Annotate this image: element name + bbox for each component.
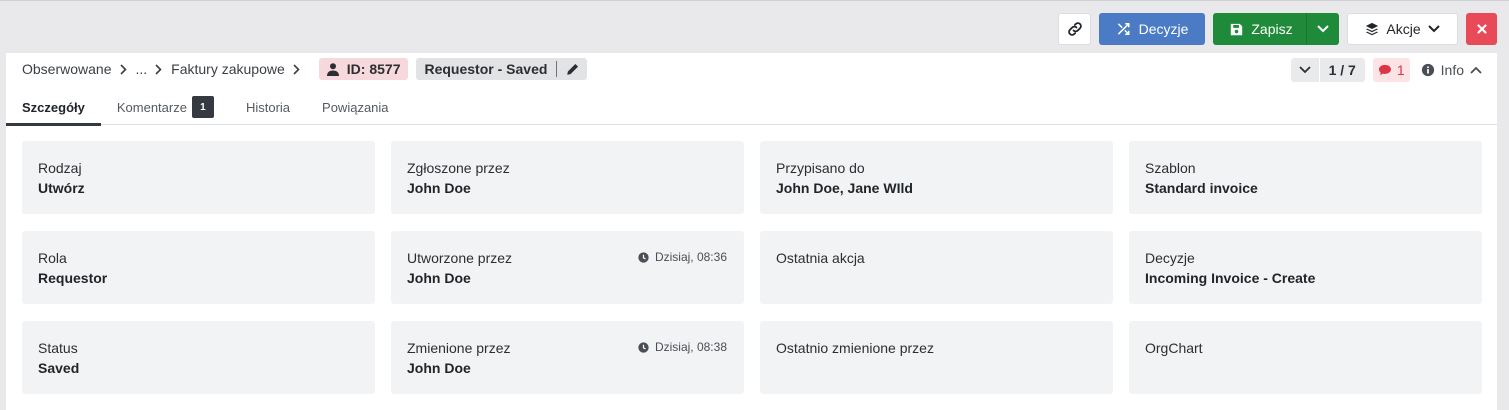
chevron-right-icon (119, 63, 127, 75)
field-value: Saved (38, 360, 80, 376)
clock-icon (638, 251, 649, 263)
field-label: Rodzaj (38, 160, 82, 176)
field-value: Standard invoice (1145, 180, 1258, 196)
field-created-by: Utworzone przez John Doe Dzisiaj, 08:36 (391, 231, 744, 304)
tab-label: Szczegóły (22, 99, 85, 115)
field-label: OrgChart (1145, 340, 1203, 356)
floppy-disk-icon (1231, 23, 1243, 35)
breadcrumb: Obserwowane ... Faktury zakupowe ID: 857… (22, 57, 588, 81)
field-label: Szablon (1145, 160, 1196, 176)
field-last-modified-by: Ostatnio zmienione przez (760, 321, 1113, 394)
field-template: Szablon Standard invoice (1129, 141, 1482, 214)
link-icon (1067, 22, 1082, 36)
shuffle-icon (1117, 22, 1130, 36)
chevron-right-icon (155, 63, 162, 75)
field-value: John Doe (407, 270, 471, 286)
field-reported-by: Zgłoszone przez John Doe (391, 141, 744, 214)
comment-icon (1378, 64, 1391, 76)
field-assigned-to: Przypisano do John Doe, Jane WIld (760, 141, 1113, 214)
details-grid: Rodzaj Utwórz Zgłoszone przez John Doe P… (22, 141, 1482, 394)
breadcrumb-item-purchase-invoices[interactable]: Faktury zakupowe (171, 61, 285, 77)
field-role: Rola Requestor (22, 231, 375, 304)
tab-comments[interactable]: Komentarze 1 (101, 89, 230, 125)
field-label: Zgłoszone przez (407, 160, 510, 176)
field-label: Rola (38, 250, 67, 266)
decisions-button[interactable]: Decyzje (1099, 13, 1205, 45)
record-position: 1 / 7 (1328, 62, 1356, 78)
comments-count: 1 (1396, 62, 1405, 78)
save-label: Zapisz (1251, 21, 1293, 37)
tab-label: Powiązania (322, 99, 389, 115)
field-value: Utwórz (38, 180, 85, 196)
field-label: Status (38, 340, 78, 356)
decisions-label: Decyzje (1138, 21, 1189, 37)
id-label: ID: 8577 (346, 61, 401, 77)
field-last-action: Ostatnia akcja (760, 231, 1113, 304)
id-badge: ID: 8577 (318, 58, 409, 80)
field-modified-by: Zmienione przez John Doe Dzisiaj, 08:38 (391, 321, 744, 394)
pencil-icon[interactable] (566, 63, 579, 76)
field-label: Ostatnia akcja (776, 250, 865, 266)
document-panel: Obserwowane ... Faktury zakupowe ID: 857… (6, 53, 1497, 410)
field-value: John Doe, Jane WIld (776, 180, 913, 196)
chevron-down-icon (1317, 25, 1329, 33)
field-status: Status Saved (22, 321, 375, 394)
chevron-right-icon (293, 63, 300, 75)
tab-history[interactable]: Historia (230, 89, 306, 125)
chevron-down-icon (1298, 66, 1311, 74)
record-navigation: 1 / 7 1 Info (1290, 58, 1482, 82)
chevron-down-icon (1427, 25, 1440, 33)
tab-details[interactable]: Szczegóły (6, 89, 101, 126)
field-orgchart: OrgChart (1129, 321, 1482, 394)
close-icon (1476, 24, 1487, 34)
breadcrumb-item-ellipsis[interactable]: ... (136, 61, 148, 77)
timestamp: Dzisiaj, 08:36 (638, 250, 727, 264)
clock-icon (638, 341, 649, 353)
timestamp: Dzisiaj, 08:38 (638, 340, 727, 354)
state-badge: Requestor - Saved (416, 58, 588, 80)
tab-label: Komentarze (116, 99, 187, 115)
field-value: Incoming Invoice - Create (1145, 270, 1316, 286)
copy-link-button[interactable] (1058, 13, 1091, 45)
info-icon (1421, 63, 1434, 77)
field-label: Ostatnio zmienione przez (776, 340, 934, 356)
tab-label: Historia (245, 99, 291, 115)
tab-relations[interactable]: Powiązania (306, 89, 405, 125)
save-button-group: Zapisz (1213, 13, 1339, 45)
field-type: Rodzaj Utwórz (22, 141, 375, 214)
close-button[interactable] (1466, 13, 1497, 45)
save-options-toggle[interactable] (1306, 13, 1339, 45)
field-value: Requestor (38, 270, 108, 286)
field-decisions: Decyzje Incoming Invoice - Create (1129, 231, 1482, 304)
layers-icon (1366, 22, 1379, 36)
info-label: Info (1440, 62, 1464, 78)
comments-indicator[interactable]: 1 (1372, 58, 1410, 82)
timestamp-text: Dzisiaj, 08:38 (654, 340, 727, 354)
chevron-up-icon (1470, 66, 1482, 74)
field-label: Przypisano do (776, 160, 865, 176)
top-border (0, 0, 1509, 1)
badge-divider (556, 61, 558, 77)
comments-count-badge: 1 (191, 96, 214, 118)
state-label: Requestor - Saved (424, 61, 548, 77)
actions-label: Akcje (1386, 21, 1421, 37)
info-toggle[interactable]: Info (1421, 62, 1482, 78)
save-button[interactable]: Zapisz (1213, 13, 1306, 45)
next-record-button[interactable] (1291, 66, 1319, 74)
toolbar: Decyzje Zapisz Akcje (1058, 13, 1497, 45)
actions-button[interactable]: Akcje (1347, 13, 1458, 45)
user-icon (326, 62, 339, 76)
field-value: John Doe (407, 180, 471, 196)
field-value: John Doe (407, 360, 471, 376)
tab-bar: Szczegóły Komentarze 1 Historia Powiązan… (6, 89, 1497, 126)
record-pager: 1 / 7 (1290, 58, 1365, 82)
field-label: Decyzje (1145, 250, 1195, 266)
timestamp-text: Dzisiaj, 08:36 (654, 250, 727, 264)
breadcrumb-item-watched[interactable]: Obserwowane (22, 61, 112, 77)
